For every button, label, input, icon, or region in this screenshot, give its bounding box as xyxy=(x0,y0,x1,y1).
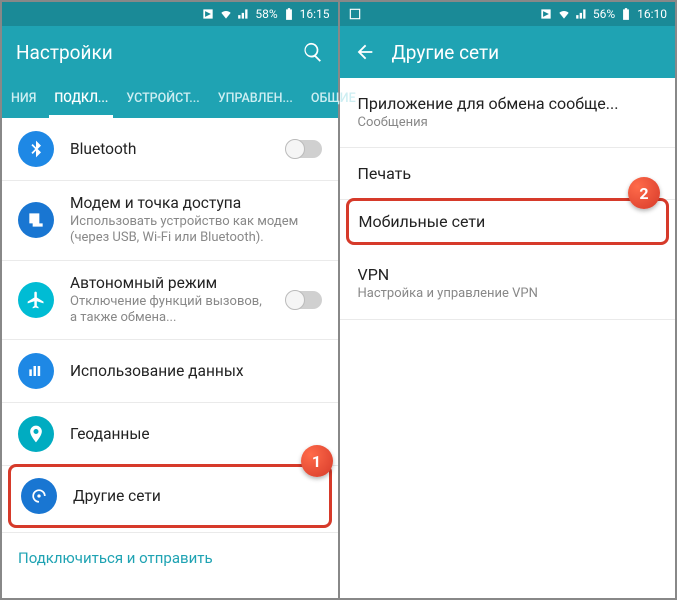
callout-2: 2 xyxy=(628,177,660,209)
search-icon[interactable] xyxy=(302,41,324,63)
signal-icon xyxy=(237,7,251,21)
bluetooth-icon xyxy=(18,131,54,167)
wifi-icon xyxy=(219,7,233,21)
battery-text: 56% xyxy=(593,7,615,21)
row-default-sms-app[interactable]: Приложение для обмена сообще... Сообщени… xyxy=(340,78,676,148)
row-location[interactable]: Геоданные xyxy=(2,403,338,466)
status-bar: 56% 16:10 xyxy=(340,2,676,26)
nfc-icon xyxy=(539,7,553,21)
bluetooth-toggle[interactable] xyxy=(286,140,322,158)
row-data-usage[interactable]: Использование данных xyxy=(2,340,338,403)
back-icon[interactable] xyxy=(354,41,376,63)
screenshot-icon xyxy=(348,7,362,21)
settings-list: Приложение для обмена сообще... Сообщени… xyxy=(340,78,676,598)
battery-icon xyxy=(282,7,296,21)
location-icon xyxy=(18,416,54,452)
clock-text: 16:10 xyxy=(637,7,667,21)
tab-connections[interactable]: ПОДКЛ... xyxy=(45,78,117,118)
signal-icon xyxy=(575,7,589,21)
tab-device[interactable]: УСТРОЙСТ... xyxy=(117,78,208,118)
row-airplane[interactable]: Автономный режим Отключение функций вызо… xyxy=(2,261,338,341)
nfc-icon xyxy=(201,7,215,21)
networks-icon xyxy=(21,478,57,514)
phone-left: 58% 16:15 Настройки НИЯ ПОДКЛ... УСТРОЙС… xyxy=(2,2,338,598)
tab-connections-cut[interactable]: НИЯ xyxy=(2,78,45,118)
phone-right: 56% 16:10 Другие сети Приложение для обм… xyxy=(338,2,676,598)
tabs: НИЯ ПОДКЛ... УСТРОЙСТ... УПРАВЛЕН... ОБЩ… xyxy=(2,78,338,118)
row-mobile-networks[interactable]: Мобильные сети 2 xyxy=(346,198,670,245)
app-bar: Другие сети xyxy=(340,26,676,78)
settings-list: Bluetooth Модем и точка доступа Использо… xyxy=(2,118,338,598)
row-bluetooth[interactable]: Bluetooth xyxy=(2,118,338,181)
page-title: Другие сети xyxy=(392,41,662,64)
row-tethering[interactable]: Модем и точка доступа Использовать устро… xyxy=(2,181,338,261)
status-bar: 58% 16:15 xyxy=(2,2,338,26)
row-vpn[interactable]: VPN Настройка и управление VPN xyxy=(340,249,676,319)
row-printing[interactable]: Печать xyxy=(340,148,676,200)
wifi-icon xyxy=(557,7,571,21)
connect-send-link[interactable]: Подключиться и отправить xyxy=(2,532,338,583)
app-bar: Настройки xyxy=(2,26,338,78)
page-title: Настройки xyxy=(16,41,286,64)
tab-controls[interactable]: УПРАВЛЕН... xyxy=(209,78,302,118)
clock-text: 16:15 xyxy=(300,7,330,21)
hotspot-icon xyxy=(18,202,54,238)
airplane-icon xyxy=(18,282,54,318)
airplane-toggle[interactable] xyxy=(286,291,322,309)
battery-icon xyxy=(619,7,633,21)
callout-1: 1 xyxy=(301,445,333,477)
battery-text: 58% xyxy=(255,7,277,21)
data-usage-icon xyxy=(18,353,54,389)
row-more-networks[interactable]: Другие сети 1 xyxy=(8,464,332,528)
